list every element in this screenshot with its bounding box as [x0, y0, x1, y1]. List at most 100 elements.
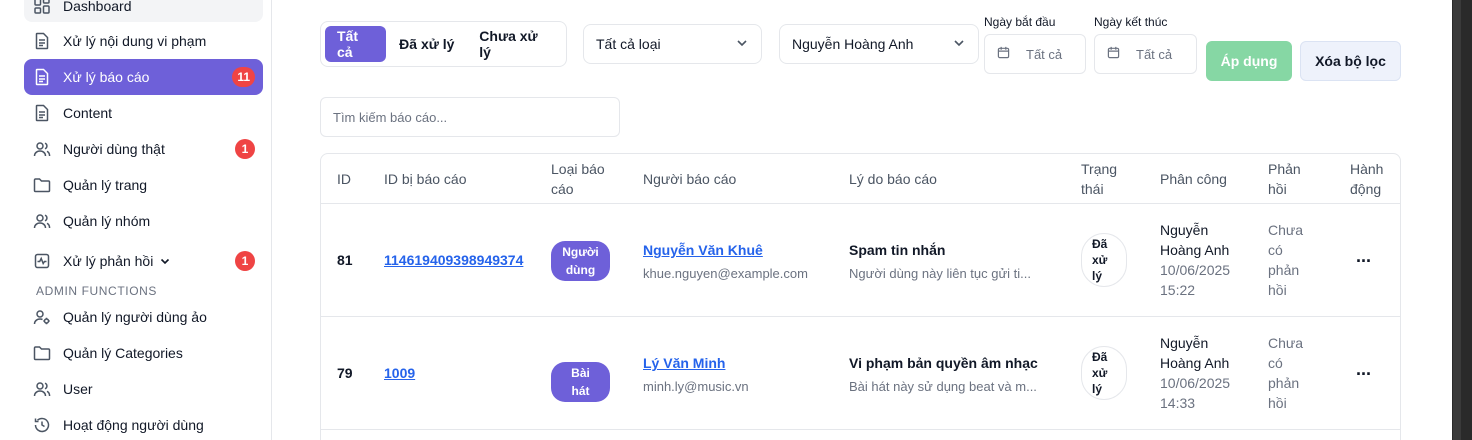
header-reporter: Người báo cáo — [643, 171, 737, 187]
header-type: Loại báo cáo — [551, 154, 605, 204]
header-action-line: Hành — [1350, 161, 1384, 177]
status-badge: Đã xử lý — [1081, 233, 1127, 287]
sidebar-item-label: Quản lý nhóm — [63, 213, 151, 229]
type-select[interactable]: Tất cả loại — [583, 24, 762, 64]
sidebar-item-label: Content — [63, 105, 113, 121]
grid-icon — [33, 0, 51, 15]
sidebar-item-label: Xử lý phản hồi — [63, 253, 154, 269]
start-date-label: Ngày bắt đầu — [984, 15, 1056, 29]
assignee-select[interactable]: Nguyễn Hoàng Anh — [779, 24, 979, 64]
calendar-icon — [997, 46, 1010, 62]
assigned-date: 10/06/2025 — [1160, 262, 1231, 278]
chevron-down-icon[interactable] — [159, 255, 171, 267]
reason-title: Vi phạm bản quyền âm nhạc — [849, 355, 1038, 371]
assignee-cell: Nguyễn Hoàng Anh 10/06/2025 15:22 — [1160, 220, 1230, 300]
reason-description: Bài hát này sử dụng beat và m... — [849, 379, 1037, 394]
target-id-link[interactable]: 114619409398949374 — [384, 250, 523, 270]
sidebar-item-quan-ly-categories[interactable]: Quản lý Categories — [24, 335, 263, 371]
sidebar-item-quan-ly-nhom[interactable]: Quản lý nhóm — [24, 203, 263, 239]
end-date-input[interactable]: Tất cả — [1094, 34, 1197, 74]
clear-filter-button[interactable]: Xóa bộ lọc — [1300, 41, 1401, 81]
row-divider — [321, 316, 1400, 317]
user-gear-icon — [33, 308, 51, 326]
section-label-admin: ADMIN FUNCTIONS — [36, 284, 157, 298]
feedback-line: hồi — [1268, 395, 1287, 411]
document-icon — [33, 68, 51, 86]
sidebar-item-dashboard[interactable]: Dashboard — [24, 0, 263, 24]
more-actions-button[interactable]: ... — [1356, 359, 1371, 380]
tab-unprocessed[interactable]: Chưa xử lý — [467, 26, 562, 62]
type-badge-line: dùng — [565, 263, 596, 277]
row-id: 81 — [337, 252, 353, 268]
search-input[interactable]: Tìm kiếm báo cáo... — [320, 97, 620, 137]
sidebar-item-label: Hoạt động người dùng — [63, 417, 204, 433]
sidebar-item-xu-ly-noi-dung[interactable]: Xử lý nội dung vi phạm — [24, 23, 263, 59]
feedback-line: phản — [1268, 262, 1300, 278]
reason-description: Người dùng này liên tục gửi ti... — [849, 266, 1032, 281]
row-divider — [321, 429, 1400, 430]
reason-cell: Spam tin nhắn Người dùng này liên tục gử… — [849, 240, 1054, 284]
sidebar-item-user[interactable]: User — [24, 371, 263, 407]
target-id-link[interactable]: 1009 — [384, 363, 415, 383]
search-placeholder: Tìm kiếm báo cáo... — [333, 109, 448, 125]
status-line: Đã — [1092, 237, 1108, 251]
header-status-line: thái — [1081, 181, 1104, 197]
sidebar-item-quan-ly-nguoi-dung-ao[interactable]: Quản lý người dùng ảo — [24, 299, 263, 335]
sidebar-item-hoat-dong[interactable]: Hoạt động người dùng — [24, 407, 263, 440]
header-feedback-line: hồi — [1268, 181, 1287, 197]
document-icon — [33, 104, 51, 122]
assigned-time: 15:22 — [1160, 282, 1196, 298]
users-icon — [33, 380, 51, 398]
assignee-name-line: Hoàng Anh — [1160, 242, 1230, 258]
assignee-select-value: Nguyễn Hoàng Anh — [792, 36, 914, 52]
reporter-cell: Nguyễn Văn Khuê khue.nguyen@example.com — [643, 240, 808, 284]
type-badge: Người dùng — [551, 241, 610, 281]
chevron-down-icon — [952, 36, 966, 53]
feedback-line: phản — [1268, 375, 1300, 391]
reason-title: Spam tin nhắn — [849, 242, 946, 258]
sidebar-item-xu-ly-phan-hoi[interactable]: Xử lý phản hồi 1 — [24, 243, 263, 279]
sidebar-item-label: Xử lý báo cáo — [63, 69, 150, 85]
header-target-id: ID bị báo cáo — [384, 171, 467, 187]
sidebar-item-label: User — [63, 381, 93, 397]
assigned-date: 10/06/2025 — [1160, 375, 1231, 391]
sidebar-item-label: Quản lý trang — [63, 177, 148, 193]
reporter-cell: Lý Văn Minh minh.ly@music.vn — [643, 353, 749, 397]
header-type-line: cáo — [551, 181, 574, 197]
header-status-line: Trạng — [1081, 161, 1118, 177]
tab-all[interactable]: Tất cả — [325, 26, 387, 62]
chevron-down-icon — [735, 36, 749, 53]
users-icon — [33, 212, 51, 230]
status-tabs: Tất cả Đã xử lý Chưa xử lý — [320, 21, 567, 67]
header-id: ID — [337, 171, 351, 187]
folder-icon — [33, 176, 51, 194]
header-feedback: Phản hồi — [1268, 154, 1301, 204]
end-date-value: Tất cả — [1136, 46, 1173, 62]
calendar-icon — [1107, 46, 1120, 62]
sidebar-item-quan-ly-trang[interactable]: Quản lý trang — [24, 167, 263, 203]
folder-icon — [33, 344, 51, 362]
more-actions-button[interactable]: ... — [1356, 246, 1371, 267]
history-icon — [33, 416, 51, 434]
reason-cell: Vi phạm bản quyền âm nhạc Bài hát này sử… — [849, 353, 1054, 397]
reporter-name-link[interactable]: Nguyễn Văn Khuê — [643, 240, 808, 260]
reporter-name-link[interactable]: Lý Văn Minh — [643, 353, 749, 373]
reporter-email: khue.nguyen@example.com — [643, 266, 808, 281]
sidebar-item-nguoi-dung-that[interactable]: Người dùng thật 1 — [24, 131, 263, 167]
status-line: xử — [1092, 253, 1108, 267]
status-line: lý — [1092, 382, 1103, 396]
apply-button[interactable]: Áp dụng — [1206, 41, 1292, 81]
sidebar-item-xu-ly-bao-cao[interactable]: Xử lý báo cáo 11 — [24, 59, 263, 95]
feedback-line: có — [1268, 242, 1283, 258]
feedback-line: Chưa — [1268, 335, 1304, 351]
end-date-label: Ngày kết thúc — [1094, 15, 1168, 29]
assignee-cell: Nguyễn Hoàng Anh 10/06/2025 14:33 — [1160, 333, 1230, 413]
scrollbar[interactable] — [1453, 0, 1461, 440]
header-type-line: Loại báo — [551, 161, 605, 177]
type-badge: Bài hát — [551, 362, 610, 402]
start-date-input[interactable]: Tất cả — [984, 34, 1086, 74]
assignee-name-line: Nguyễn — [1160, 335, 1209, 351]
sidebar-item-content[interactable]: Content — [24, 95, 263, 131]
tab-processed[interactable]: Đã xử lý — [386, 26, 467, 62]
document-icon — [33, 32, 51, 50]
